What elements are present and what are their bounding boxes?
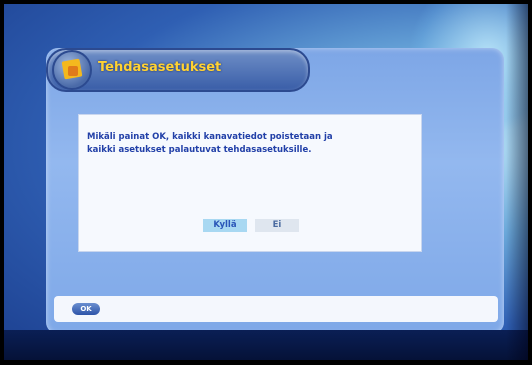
tv-screen: Tehdasasetukset Mikäli painat OK, kaikki… <box>4 4 528 360</box>
dialog-message-line-1: Mikäli painat OK, kaikki kanavatiedot po… <box>87 132 333 142</box>
screen-edge-shadow <box>506 4 528 360</box>
dialog-message: Mikäli painat OK, kaikki kanavatiedot po… <box>87 131 407 157</box>
dialog-message-line-2: kaikki asetukset palautuvat tehdasasetuk… <box>87 145 312 155</box>
bottom-band <box>4 330 528 360</box>
confirm-dialog: Mikäli painat OK, kaikki kanavatiedot po… <box>78 114 422 252</box>
help-bar: OK <box>54 296 498 322</box>
page-title: Tehdasasetukset <box>98 60 222 75</box>
no-button[interactable]: Ei <box>255 219 299 232</box>
yes-button[interactable]: Kyllä <box>203 219 247 232</box>
factory-settings-icon <box>52 50 92 90</box>
ok-key-icon: OK <box>72 303 100 315</box>
